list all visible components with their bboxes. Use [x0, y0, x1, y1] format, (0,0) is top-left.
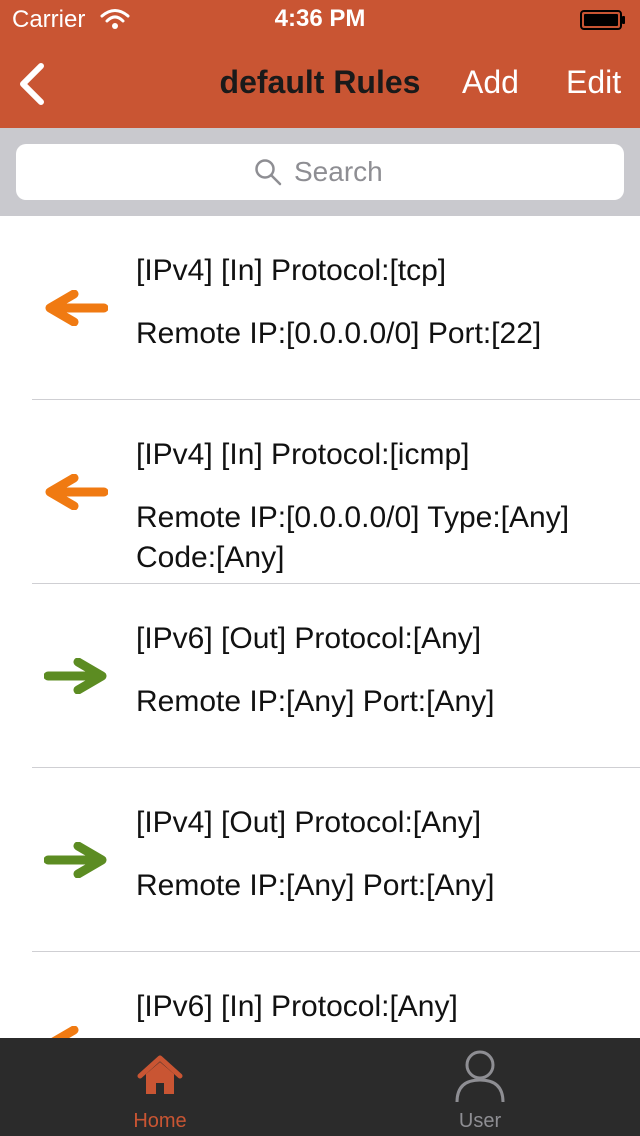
- rule-row[interactable]: [IPv6] [Out] Protocol:[Any] Remote IP:[A…: [0, 584, 640, 768]
- search-icon: [255, 159, 282, 186]
- rule-summary: [IPv4] [Out] Protocol:[Any]: [136, 806, 482, 839]
- search-input[interactable]: [294, 152, 594, 192]
- arrow-right-icon: [44, 658, 107, 694]
- arrow-left-icon: [45, 290, 108, 326]
- rule-detail: Remote IP:[0.0.0.0/0] Type:[Any] Code:[A…: [136, 501, 570, 574]
- arrow-left-icon: [51, 1026, 79, 1038]
- header: Carrier 4:36 PM default Rules Add Edit: [0, 0, 640, 128]
- home-icon: [137, 1055, 183, 1094]
- tab-home[interactable]: Home: [0, 1038, 320, 1136]
- rule-detail: Remote IP:[Any] Port:[Any]: [136, 685, 495, 718]
- status-time: 4:36 PM: [274, 5, 366, 32]
- rule-detail: Remote IP:[0.0.0.0/0] Port:[22]: [136, 317, 542, 350]
- search-bar: [0, 128, 640, 216]
- rule-row[interactable]: [IPv6] [In] Protocol:[Any]: [0, 952, 640, 1038]
- tab-label: User: [458, 1110, 502, 1132]
- tab-user[interactable]: User: [320, 1038, 640, 1136]
- status-bar: Carrier 4:36 PM: [0, 0, 640, 40]
- rule-summary: [IPv6] [Out] Protocol:[Any]: [136, 622, 482, 655]
- tab-bar: Home User: [0, 1038, 640, 1136]
- chevron-left-icon: [20, 63, 44, 105]
- rule-summary: [IPv4] [In] Protocol:[icmp]: [136, 438, 470, 471]
- rule-summary: [IPv4] [In] Protocol:[tcp]: [136, 254, 447, 287]
- battery-icon: [580, 10, 625, 30]
- rule-row[interactable]: [IPv4] [In] Protocol:[icmp] Remote IP:[0…: [0, 400, 640, 584]
- tab-label: Home: [133, 1110, 187, 1132]
- add-button[interactable]: Add: [462, 64, 519, 101]
- navigation-bar: default Rules Add Edit: [0, 40, 640, 128]
- rule-row[interactable]: [IPv4] [Out] Protocol:[Any] Remote IP:[A…: [0, 768, 640, 952]
- rule-summary: [IPv6] [In] Protocol:[Any]: [136, 990, 458, 1023]
- page-title: default Rules: [219, 64, 421, 100]
- search-box[interactable]: [16, 144, 624, 200]
- rule-detail: Remote IP:[Any] Port:[Any]: [136, 869, 495, 902]
- user-icon: [455, 1050, 505, 1103]
- arrow-left-icon: [45, 474, 108, 510]
- back-button[interactable]: [8, 58, 56, 110]
- rule-row[interactable]: [IPv4] [In] Protocol:[tcp] Remote IP:[0.…: [0, 216, 640, 400]
- arrow-right-icon: [44, 842, 107, 878]
- rules-list: [IPv4] [In] Protocol:[tcp] Remote IP:[0.…: [0, 216, 640, 1038]
- edit-button[interactable]: Edit: [566, 64, 621, 101]
